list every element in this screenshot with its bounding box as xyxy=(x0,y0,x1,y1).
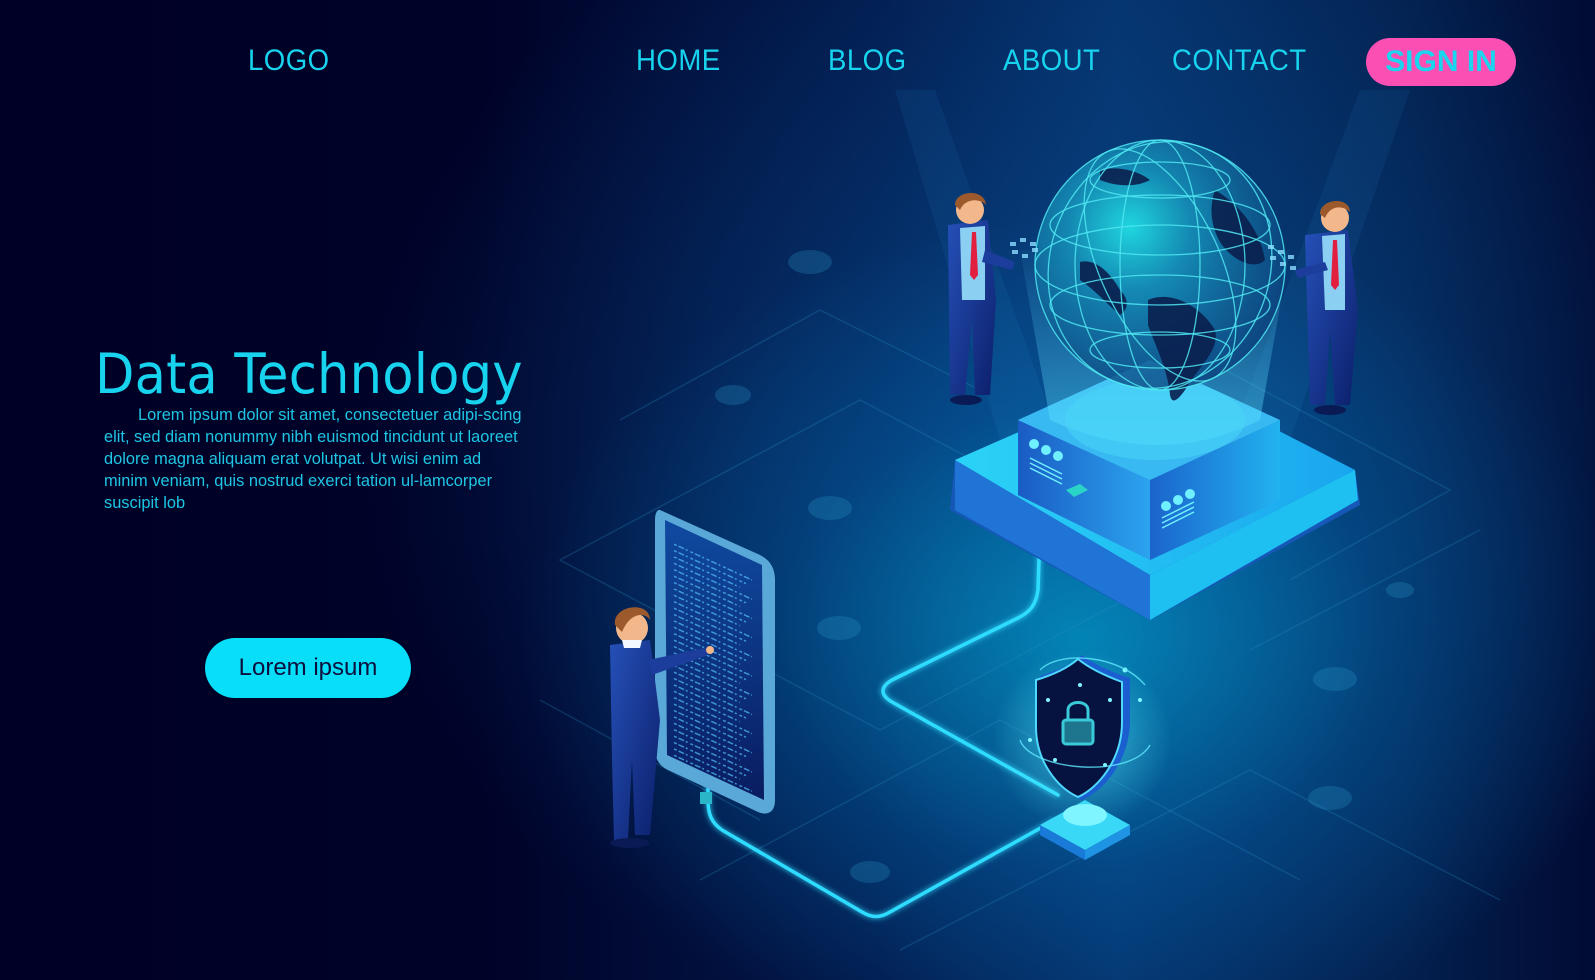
cta-button[interactable]: Lorem ipsum xyxy=(205,638,411,698)
sign-in-button[interactable]: SIGN IN xyxy=(1366,38,1516,86)
nav-home[interactable]: HOME xyxy=(636,44,721,78)
logo-link[interactable]: LOGO xyxy=(248,44,330,78)
security-shield xyxy=(992,650,1172,860)
hero-title: Data Technology xyxy=(95,342,523,406)
nav-about[interactable]: ABOUT xyxy=(1003,44,1100,78)
nav-contact[interactable]: CONTACT xyxy=(1172,44,1307,78)
nav-blog[interactable]: BLOG xyxy=(828,44,907,78)
hero-description: Lorem ipsum dolor sit amet, consectetuer… xyxy=(104,406,522,512)
